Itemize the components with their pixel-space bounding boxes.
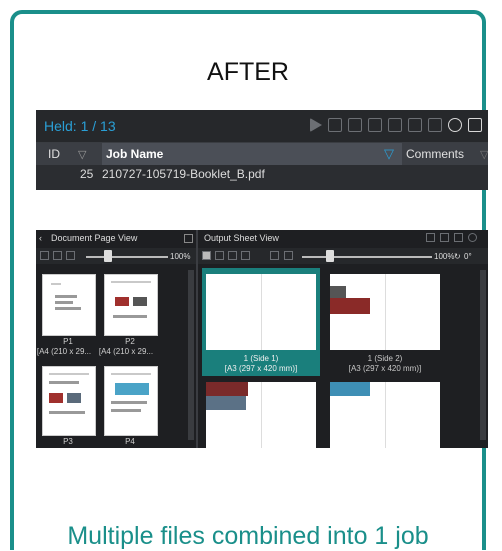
sheet-icon[interactable] — [202, 251, 211, 260]
zoom-level: 100% — [434, 252, 455, 261]
held-count: Held: 1 / 13 — [44, 118, 116, 134]
notes-icon[interactable] — [428, 118, 442, 132]
trash-icon[interactable] — [66, 251, 75, 260]
zoom-slider[interactable] — [302, 256, 432, 258]
pane-title: Document Page View — [51, 233, 138, 243]
zoom-level: 100% — [170, 252, 191, 261]
page-thumbnail[interactable] — [104, 274, 158, 336]
copy-icon[interactable] — [215, 251, 224, 260]
page-label: P2 — [125, 337, 135, 346]
layout-views-panel: ‹ Document Page View 100% P1 [A4 (210 x … — [36, 230, 488, 448]
rotation-value: 0° — [464, 252, 472, 261]
sheet-size: [A3 (297 x 420 mm)] — [224, 364, 298, 373]
sheet-label: 1 (Side 2) — [367, 354, 403, 363]
page-thumbnail[interactable] — [42, 366, 96, 436]
scrollbar[interactable] — [480, 270, 486, 440]
table-row[interactable]: 25 210727-105719-Booklet_B.pdf — [36, 165, 488, 183]
back-chevron-icon[interactable]: ‹ — [39, 233, 42, 243]
pane-title: Output Sheet View — [204, 233, 279, 243]
page-size: [A4 (210 x 29... — [36, 347, 92, 356]
page-label: P1 — [63, 337, 73, 346]
page-size: [A4 (210 x 29... — [98, 347, 154, 356]
preview-icon[interactable] — [348, 118, 362, 132]
filter-icon[interactable]: ▽ — [78, 148, 86, 161]
grid-icon[interactable] — [468, 118, 482, 132]
eye-icon[interactable] — [468, 233, 477, 242]
rotate-icon[interactable]: ↻ — [454, 252, 461, 261]
column-comments[interactable]: Comments — [406, 147, 464, 161]
trash-icon[interactable] — [270, 251, 279, 260]
grid-icon[interactable] — [284, 251, 293, 260]
filter-icon[interactable]: ▽ — [480, 148, 488, 161]
document-page-view: ‹ Document Page View 100% P1 [A4 (210 x … — [36, 230, 196, 448]
sheet-thumbnail[interactable] — [330, 274, 440, 350]
page-icon[interactable] — [40, 251, 49, 260]
output-sheet-view: Output Sheet View 100% ↻ 0° 1 (Side 1) [… — [198, 230, 488, 448]
scrollbar[interactable] — [188, 270, 194, 440]
duplicate-icon[interactable] — [228, 251, 237, 260]
page-label: P4 — [125, 437, 135, 446]
page-thumbnail[interactable] — [104, 366, 158, 436]
copy-icon[interactable] — [426, 233, 435, 242]
zoom-slider-thumb[interactable] — [326, 250, 334, 262]
delete-icon[interactable] — [408, 118, 422, 132]
duplicate-icon[interactable] — [53, 251, 62, 260]
zoom-slider-thumb[interactable] — [104, 250, 112, 262]
table-header: ID ▽ Job Name ▽ Comments ▽ — [36, 143, 488, 165]
sheet-thumbnail[interactable] — [206, 274, 316, 350]
queue-toolbar: Held: 1 / 13 — [36, 110, 488, 143]
copy-icon[interactable] — [184, 234, 193, 243]
paste-icon[interactable] — [241, 251, 250, 260]
edit-icon[interactable] — [256, 251, 265, 260]
row-job-name: 210727-105719-Booklet_B.pdf — [102, 167, 265, 181]
filter-active-icon[interactable]: ▽ — [384, 146, 394, 162]
column-job-name[interactable]: Job Name — [102, 143, 402, 165]
section-heading: AFTER — [207, 58, 289, 86]
sheet-thumbnail[interactable] — [206, 382, 316, 448]
image-icon[interactable] — [454, 233, 463, 242]
row-id: 25 — [80, 167, 94, 181]
sheet-thumbnail[interactable] — [330, 382, 440, 448]
gear-icon[interactable] — [448, 118, 462, 132]
sheet-size: [A3 (297 x 420 mm)] — [348, 364, 422, 373]
rip-icon[interactable] — [388, 118, 402, 132]
document-toolbar: 100% — [36, 248, 196, 264]
page-thumbnail[interactable] — [42, 274, 96, 336]
play-icon[interactable] — [310, 118, 322, 132]
column-id[interactable]: ID — [48, 147, 60, 161]
output-toolbar: 100% ↻ 0° — [198, 248, 488, 264]
sheet-label: 1 (Side 1) — [243, 354, 279, 363]
copy-icon[interactable] — [368, 118, 382, 132]
page-label: P3 — [63, 437, 73, 446]
job-queue-panel: Held: 1 / 13 ID ▽ Job Name ▽ Comments ▽ … — [36, 110, 488, 190]
page-icon[interactable] — [440, 233, 449, 242]
print-icon[interactable] — [328, 118, 342, 132]
zoom-slider[interactable] — [86, 256, 168, 258]
